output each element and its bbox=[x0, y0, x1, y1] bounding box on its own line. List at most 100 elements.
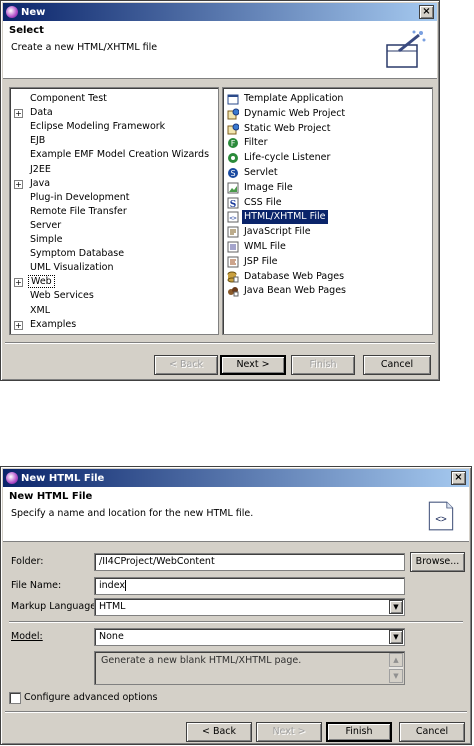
html-file-banner-icon: <> bbox=[428, 501, 454, 531]
tree-item[interactable]: Example EMF Model Creation Wizards bbox=[14, 148, 211, 162]
expand-plus-icon[interactable]: + bbox=[14, 278, 23, 288]
description-scrollbar[interactable]: ▲ ▼ bbox=[389, 653, 403, 683]
wizard-item-label: CSS File bbox=[244, 196, 282, 208]
wizard-item[interactable]: S CSS File bbox=[227, 196, 427, 210]
wizard-item[interactable]: JavaScript File bbox=[227, 225, 427, 239]
wizard-item[interactable]: Java Bean Web Pages bbox=[227, 284, 427, 298]
tree-item[interactable]: + Java bbox=[14, 177, 52, 191]
wizard-item-label: Image File bbox=[244, 181, 293, 193]
tree-item[interactable]: XML bbox=[14, 304, 52, 318]
tree-item-label: Symptom Database bbox=[30, 248, 125, 260]
expand-plus-icon[interactable]: + bbox=[14, 179, 23, 189]
wizard-item[interactable]: Life-cycle Listener bbox=[227, 151, 427, 165]
wizard-item-label: Dynamic Web Project bbox=[244, 107, 346, 119]
tree-item[interactable]: UML Visualization bbox=[14, 261, 115, 275]
browse-button[interactable]: Browse... bbox=[410, 552, 465, 572]
finish-button[interactable]: Finish bbox=[291, 355, 355, 375]
wizard-wand-icon bbox=[386, 30, 426, 68]
finish-button-label: Finish bbox=[345, 726, 373, 737]
wizard-banner: Select Create a new HTML/XHTML file bbox=[3, 21, 437, 79]
file-name-field[interactable]: index bbox=[94, 577, 405, 595]
tree-item[interactable]: + Web bbox=[14, 275, 55, 289]
form-separator bbox=[9, 621, 463, 623]
configure-advanced-checkbox[interactable] bbox=[9, 692, 21, 704]
tree-item[interactable]: EJB bbox=[14, 134, 47, 148]
wizard-item[interactable]: Database Web Pages bbox=[227, 270, 427, 284]
image-file-icon bbox=[227, 182, 239, 194]
tree-item[interactable]: Simple bbox=[14, 233, 64, 247]
wizard-item[interactable]: S Servlet bbox=[227, 166, 427, 180]
database-pages-icon bbox=[227, 271, 239, 283]
chevron-down-icon[interactable]: ▼ bbox=[389, 630, 403, 644]
model-description: Generate a new blank HTML/XHTML page. ▲ … bbox=[94, 651, 405, 685]
tree-item-label: J2EE bbox=[30, 163, 51, 175]
folder-field[interactable]: /II4CProject/WebContent bbox=[94, 553, 405, 571]
next-button[interactable]: Next > bbox=[220, 355, 286, 375]
finish-button[interactable]: Finish bbox=[326, 722, 392, 742]
button-separator bbox=[5, 711, 467, 713]
wizard-item[interactable]: Dynamic Web Project bbox=[227, 107, 427, 121]
tree-item[interactable]: Plug-in Development bbox=[14, 191, 131, 205]
configure-advanced-label[interactable]: Configure advanced options bbox=[24, 690, 158, 706]
wizard-item[interactable]: <> HTML/XHTML File bbox=[227, 210, 427, 225]
wizard-banner: New HTML File Specify a name and locatio… bbox=[3, 487, 469, 542]
back-button[interactable]: < Back bbox=[154, 355, 218, 375]
folder-label: Folder: bbox=[11, 556, 44, 567]
tree-item-label: Data bbox=[30, 107, 53, 119]
tree-item-label: Eclipse Modeling Framework bbox=[30, 121, 166, 133]
eclipse-app-icon bbox=[6, 6, 18, 18]
tree-item[interactable]: + Data bbox=[14, 106, 55, 120]
wml-file-icon bbox=[227, 241, 239, 253]
wizard-item[interactable]: Image File bbox=[227, 181, 427, 195]
tree-item[interactable]: + Examples bbox=[14, 318, 78, 332]
scroll-up-icon[interactable]: ▲ bbox=[389, 653, 403, 667]
new-wizard-dialog: New × Select Create a new HTML/XHTML fil… bbox=[0, 0, 440, 381]
chevron-down-icon[interactable]: ▼ bbox=[389, 600, 403, 614]
expand-plus-icon[interactable]: + bbox=[14, 320, 23, 330]
wizard-item[interactable]: Static Web Project bbox=[227, 122, 427, 136]
tree-item-label: Server bbox=[30, 219, 62, 231]
title-bar[interactable]: New × bbox=[3, 3, 437, 21]
cancel-button-label: Cancel bbox=[415, 726, 449, 737]
tree-item[interactable]: Web Services bbox=[14, 289, 96, 303]
close-button[interactable]: × bbox=[451, 471, 466, 485]
wizard-item-label: HTML/XHTML File bbox=[242, 210, 328, 225]
tree-item[interactable]: Symptom Database bbox=[14, 247, 126, 261]
category-tree[interactable]: Component Test + Data Eclipse Modeling Fram… bbox=[9, 87, 219, 335]
wizard-item[interactable]: WML File bbox=[227, 240, 427, 254]
cancel-button[interactable]: Cancel bbox=[399, 722, 465, 742]
wizard-list[interactable]: Template Application Dynamic Web Project S… bbox=[222, 87, 433, 335]
wizard-item-label: WML File bbox=[244, 241, 286, 252]
wizard-item-label: Database Web Pages bbox=[244, 270, 345, 282]
expand-plus-icon[interactable]: + bbox=[14, 109, 23, 119]
tree-item-label: Example EMF Model Creation Wizards bbox=[30, 149, 210, 161]
model-select[interactable]: None ▼ bbox=[94, 628, 405, 646]
back-button[interactable]: < Back bbox=[186, 722, 252, 742]
svg-text:F: F bbox=[231, 139, 236, 148]
next-button[interactable]: Next > bbox=[256, 722, 322, 742]
banner-title: New HTML File bbox=[9, 491, 93, 502]
close-button[interactable]: × bbox=[419, 5, 434, 19]
tree-item[interactable]: Component Test bbox=[14, 92, 109, 106]
javabean-pages-icon bbox=[227, 285, 239, 297]
cancel-button[interactable]: Cancel bbox=[363, 355, 431, 375]
tree-item[interactable]: Eclipse Modeling Framework bbox=[14, 120, 167, 134]
wizard-item-label: Life-cycle Listener bbox=[244, 152, 331, 164]
web-project-icon bbox=[227, 108, 240, 120]
markup-language-select[interactable]: HTML ▼ bbox=[94, 598, 405, 616]
scroll-down-icon[interactable]: ▼ bbox=[389, 669, 403, 683]
back-button-label: < Back bbox=[201, 726, 237, 737]
tree-item[interactable]: Remote File Transfer bbox=[14, 205, 129, 219]
tree-item[interactable]: J2EE bbox=[14, 163, 53, 177]
wizard-item[interactable]: F Filter bbox=[227, 136, 427, 150]
title-bar[interactable]: New HTML File × bbox=[3, 469, 469, 487]
tree-item[interactable]: Server bbox=[14, 219, 63, 233]
model-value: None bbox=[99, 631, 124, 642]
tree-item-label: EJB bbox=[30, 135, 46, 147]
html-file-icon: <> bbox=[227, 211, 239, 223]
wizard-item[interactable]: JSP File bbox=[227, 255, 427, 269]
template-app-icon bbox=[227, 93, 239, 105]
wizard-item[interactable]: Template Application bbox=[227, 92, 427, 106]
markup-language-value: HTML bbox=[99, 601, 126, 612]
tree-item-label: XML bbox=[30, 304, 50, 316]
